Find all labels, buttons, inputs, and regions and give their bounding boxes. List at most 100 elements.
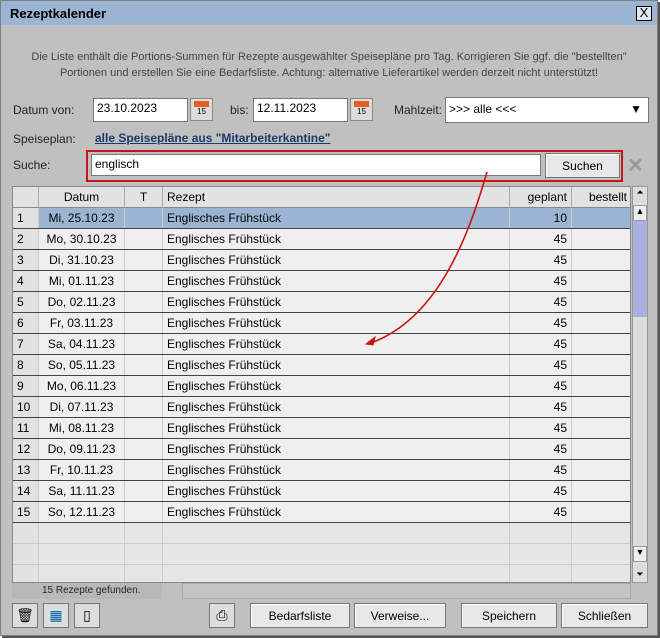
table-row[interactable]: 8 So, 05.11.23 Englisches Frühstück 45	[13, 355, 630, 376]
cell-rezept: Englisches Frühstück	[163, 481, 510, 501]
cell-geplant: 45	[510, 355, 572, 375]
column-header-geplant[interactable]: geplant	[510, 187, 572, 208]
speiseplan-label: Speiseplan:	[13, 132, 76, 146]
printer-icon[interactable]: ⎙	[209, 603, 235, 628]
cell-t	[125, 250, 163, 270]
cell-bestellt[interactable]	[572, 418, 630, 438]
table-row[interactable]: 7 Sa, 04.11.23 Englisches Frühstück 45	[13, 334, 630, 355]
cell-geplant: 45	[510, 229, 572, 249]
bedarfsliste-button[interactable]: Bedarfsliste	[250, 603, 350, 628]
cell-geplant: 45	[510, 397, 572, 417]
cell-rezept: Englisches Frühstück	[163, 355, 510, 375]
cell-t	[125, 334, 163, 354]
scroll-thumb[interactable]	[633, 221, 647, 317]
cell-bestellt[interactable]	[572, 502, 630, 522]
cell-bestellt[interactable]	[572, 544, 630, 564]
calculator-icon[interactable]: ▦	[43, 603, 69, 628]
clear-search-icon[interactable]: ✕	[627, 153, 644, 178]
mahlzeit-select[interactable]: >>> alle <<< ▼	[445, 97, 649, 123]
cell-t	[125, 313, 163, 333]
cell-num: 14	[13, 481, 39, 501]
horizontal-scrollbar[interactable]	[182, 583, 631, 599]
scroll-down-icon[interactable]: ▼	[633, 546, 647, 562]
column-header-t[interactable]: T	[125, 187, 163, 208]
notebook-icon[interactable]: ▯	[74, 603, 100, 628]
cell-num: 12	[13, 439, 39, 459]
table-row[interactable]: 15 So, 12.11.23 Englisches Frühstück 45	[13, 502, 630, 523]
cell-bestellt[interactable]	[572, 229, 630, 249]
table-row[interactable]: 6 Fr, 03.11.23 Englisches Frühstück 45	[13, 313, 630, 334]
verweise-button[interactable]: Verweise...	[354, 603, 446, 628]
cell-num: 5	[13, 292, 39, 312]
cell-geplant: 45	[510, 313, 572, 333]
schliessen-button[interactable]: Schließen	[561, 603, 648, 628]
suchen-button[interactable]: Suchen	[545, 153, 620, 178]
cell-t	[125, 397, 163, 417]
cell-rezept: Englisches Frühstück	[163, 376, 510, 396]
cell-bestellt[interactable]	[572, 460, 630, 480]
table-row[interactable]: 12 Do, 09.11.23 Englisches Frühstück 45	[13, 439, 630, 460]
column-header-datum[interactable]: Datum	[39, 187, 125, 208]
trash-icon[interactable]: 🗑	[12, 603, 38, 628]
cell-bestellt[interactable]	[572, 397, 630, 417]
cell-datum: Fr, 03.11.23	[39, 313, 125, 333]
cell-bestellt[interactable]	[572, 439, 630, 459]
cell-bestellt[interactable]	[572, 376, 630, 396]
table-row[interactable]: 11 Mi, 08.11.23 Englisches Frühstück 45	[13, 418, 630, 439]
cell-geplant: 45	[510, 460, 572, 480]
calendar-von-icon[interactable]: 15	[190, 98, 213, 121]
cell-t	[125, 229, 163, 249]
info-line-1: Die Liste enthält die Portions-Summen fü…	[31, 51, 627, 63]
table-row[interactable]: 4 Mi, 01.11.23 Englisches Frühstück 45	[13, 271, 630, 292]
cell-datum: So, 12.11.23	[39, 502, 125, 522]
table-row[interactable]: 10 Di, 07.11.23 Englisches Frühstück 45	[13, 397, 630, 418]
cell-bestellt[interactable]	[572, 292, 630, 312]
table-row[interactable]: 3 Di, 31.10.23 Englisches Frühstück 45	[13, 250, 630, 271]
speichern-button[interactable]: Speichern	[461, 603, 557, 628]
cell-bestellt[interactable]	[572, 313, 630, 333]
table-row[interactable]: 2 Mo, 30.10.23 Englisches Frühstück 45	[13, 229, 630, 250]
cell-t	[125, 355, 163, 375]
column-header-rezept[interactable]: Rezept	[163, 187, 510, 208]
scroll-bottom-icon[interactable]: ⏷	[633, 569, 647, 580]
scroll-up-icon[interactable]: ▲	[633, 205, 647, 221]
cell-bestellt[interactable]	[572, 250, 630, 270]
cell-bestellt[interactable]	[572, 334, 630, 354]
close-button[interactable]: X	[636, 6, 652, 21]
cell-bestellt[interactable]	[572, 523, 630, 543]
table-row[interactable]: 9 Mo, 06.11.23 Englisches Frühstück 45	[13, 376, 630, 397]
cell-num: 1	[13, 208, 39, 228]
suche-label: Suche:	[13, 158, 51, 172]
datum-von-input[interactable]: 23.10.2023	[93, 98, 188, 122]
column-header-num[interactable]	[13, 187, 39, 208]
cell-rezept: Englisches Frühstück	[163, 460, 510, 480]
scroll-top-icon[interactable]: ⏶	[633, 187, 647, 205]
cell-rezept: Englisches Frühstück	[163, 271, 510, 291]
table-row[interactable]: 5 Do, 02.11.23 Englisches Frühstück 45	[13, 292, 630, 313]
cell-bestellt[interactable]	[572, 565, 630, 582]
cell-num: 4	[13, 271, 39, 291]
calendar-bis-icon[interactable]: 15	[350, 98, 373, 121]
datum-bis-input[interactable]: 12.11.2023	[253, 98, 348, 122]
table-row[interactable]: 1 Mi, 25.10.23 Englisches Frühstück 10	[13, 208, 630, 229]
cell-bestellt[interactable]	[572, 355, 630, 375]
cell-bestellt[interactable]	[572, 271, 630, 291]
speiseplan-link[interactable]: alle Speisepläne aus "Mitarbeiterkantine…	[95, 131, 330, 145]
cell-bestellt[interactable]	[572, 481, 630, 501]
cell-num	[13, 523, 39, 543]
cell-datum: Mo, 06.11.23	[39, 376, 125, 396]
table-row[interactable]: 13 Fr, 10.11.23 Englisches Frühstück 45	[13, 460, 630, 481]
cell-datum: Do, 09.11.23	[39, 439, 125, 459]
vertical-scrollbar[interactable]: ⏶ ▲ ▼ ⏷	[632, 186, 648, 583]
search-input[interactable]: englisch	[91, 154, 541, 176]
column-header-bestellt[interactable]: bestellt	[572, 187, 630, 208]
cell-num: 15	[13, 502, 39, 522]
datum-von-label: Datum von:	[13, 103, 75, 117]
cell-datum: Mi, 01.11.23	[39, 271, 125, 291]
cell-bestellt[interactable]	[572, 208, 630, 228]
cell-num: 10	[13, 397, 39, 417]
recipe-table: Datum T Rezept geplant bestellt 1 Mi, 25.10.23…	[12, 186, 631, 583]
cell-rezept: Englisches Frühstück	[163, 313, 510, 333]
cell-num: 11	[13, 418, 39, 438]
table-row[interactable]: 14 Sa, 11.11.23 Englisches Frühstück 45	[13, 481, 630, 502]
